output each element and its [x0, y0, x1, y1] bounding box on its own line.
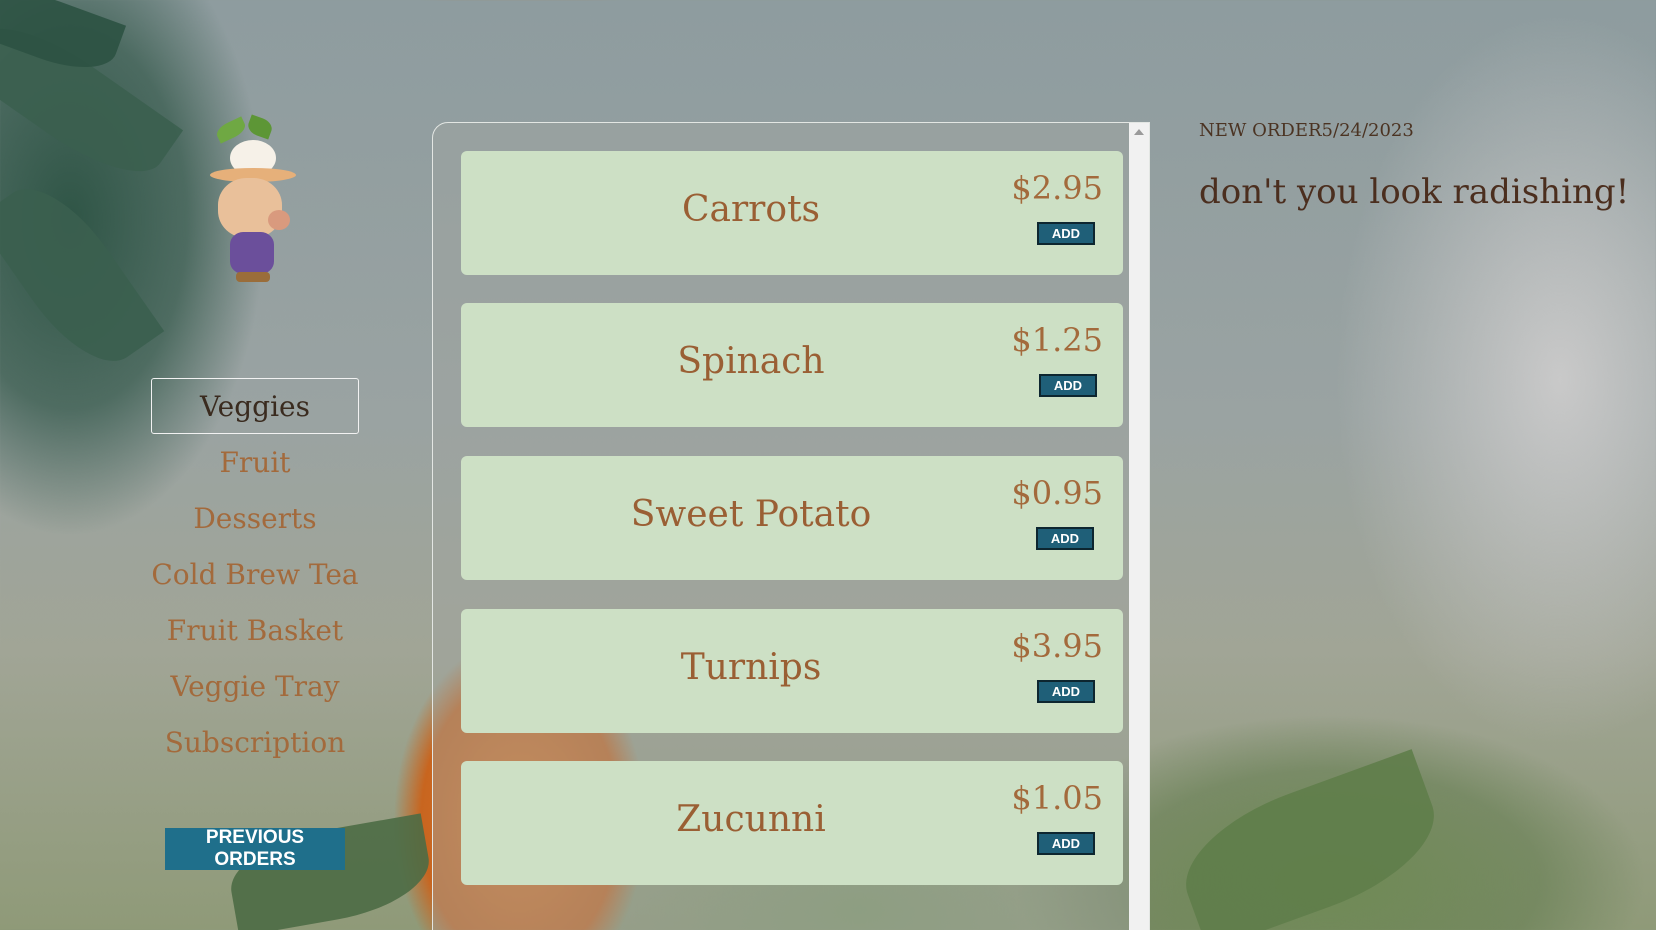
category-nav: Veggies Fruit Desserts Cold Brew Tea Fru…	[150, 378, 360, 770]
product-card-zucunni: Zucunni $1.05 ADD	[461, 761, 1123, 885]
add-button[interactable]: ADD	[1037, 680, 1095, 703]
product-price: $2.95	[1011, 169, 1103, 207]
product-list-panel[interactable]: Carrots $2.95 ADD Spinach $1.25 ADD Swee…	[432, 122, 1150, 930]
product-price: $1.25	[1011, 321, 1103, 359]
product-name: Carrots	[681, 189, 821, 230]
nav-item-veggie-tray[interactable]: Veggie Tray	[151, 658, 359, 714]
product-card-sweet-potato: Sweet Potato $0.95 ADD	[461, 456, 1123, 580]
product-card-turnips: Turnips $3.95 ADD	[461, 609, 1123, 733]
add-button[interactable]: ADD	[1036, 527, 1094, 550]
product-price: $1.05	[1011, 779, 1103, 817]
nav-item-desserts[interactable]: Desserts	[151, 490, 359, 546]
background-leaf	[0, 167, 165, 383]
product-card-carrots: Carrots $2.95 ADD	[461, 151, 1123, 275]
sidebar: Veggies Fruit Desserts Cold Brew Tea Fru…	[150, 110, 360, 870]
product-name: Zucunni	[676, 799, 826, 840]
mascot-logo	[190, 110, 310, 300]
nav-item-subscription[interactable]: Subscription	[151, 714, 359, 770]
product-price: $0.95	[1011, 474, 1103, 512]
nav-item-cold-brew-tea[interactable]: Cold Brew Tea	[151, 546, 359, 602]
order-header: NEW ORDER5/24/2023	[1199, 120, 1414, 141]
add-button[interactable]: ADD	[1037, 222, 1095, 245]
product-card-spinach: Spinach $1.25 ADD	[461, 303, 1123, 427]
nav-item-fruit[interactable]: Fruit	[151, 434, 359, 490]
product-name: Sweet Potato	[630, 494, 872, 535]
product-name: Turnips	[680, 647, 822, 688]
tagline: don't you look radishing!	[1199, 172, 1630, 212]
scroll-up-arrow-icon[interactable]	[1134, 129, 1144, 135]
vertical-scrollbar[interactable]	[1129, 123, 1149, 930]
nav-item-veggies[interactable]: Veggies	[151, 378, 359, 434]
previous-orders-button[interactable]: PREVIOUS ORDERS	[165, 827, 345, 870]
background-leaf	[1167, 749, 1453, 930]
product-price: $3.95	[1011, 627, 1103, 665]
product-name: Spinach	[677, 341, 825, 382]
nav-item-fruit-basket[interactable]: Fruit Basket	[151, 602, 359, 658]
add-button[interactable]: ADD	[1037, 832, 1095, 855]
add-button[interactable]: ADD	[1039, 374, 1097, 397]
